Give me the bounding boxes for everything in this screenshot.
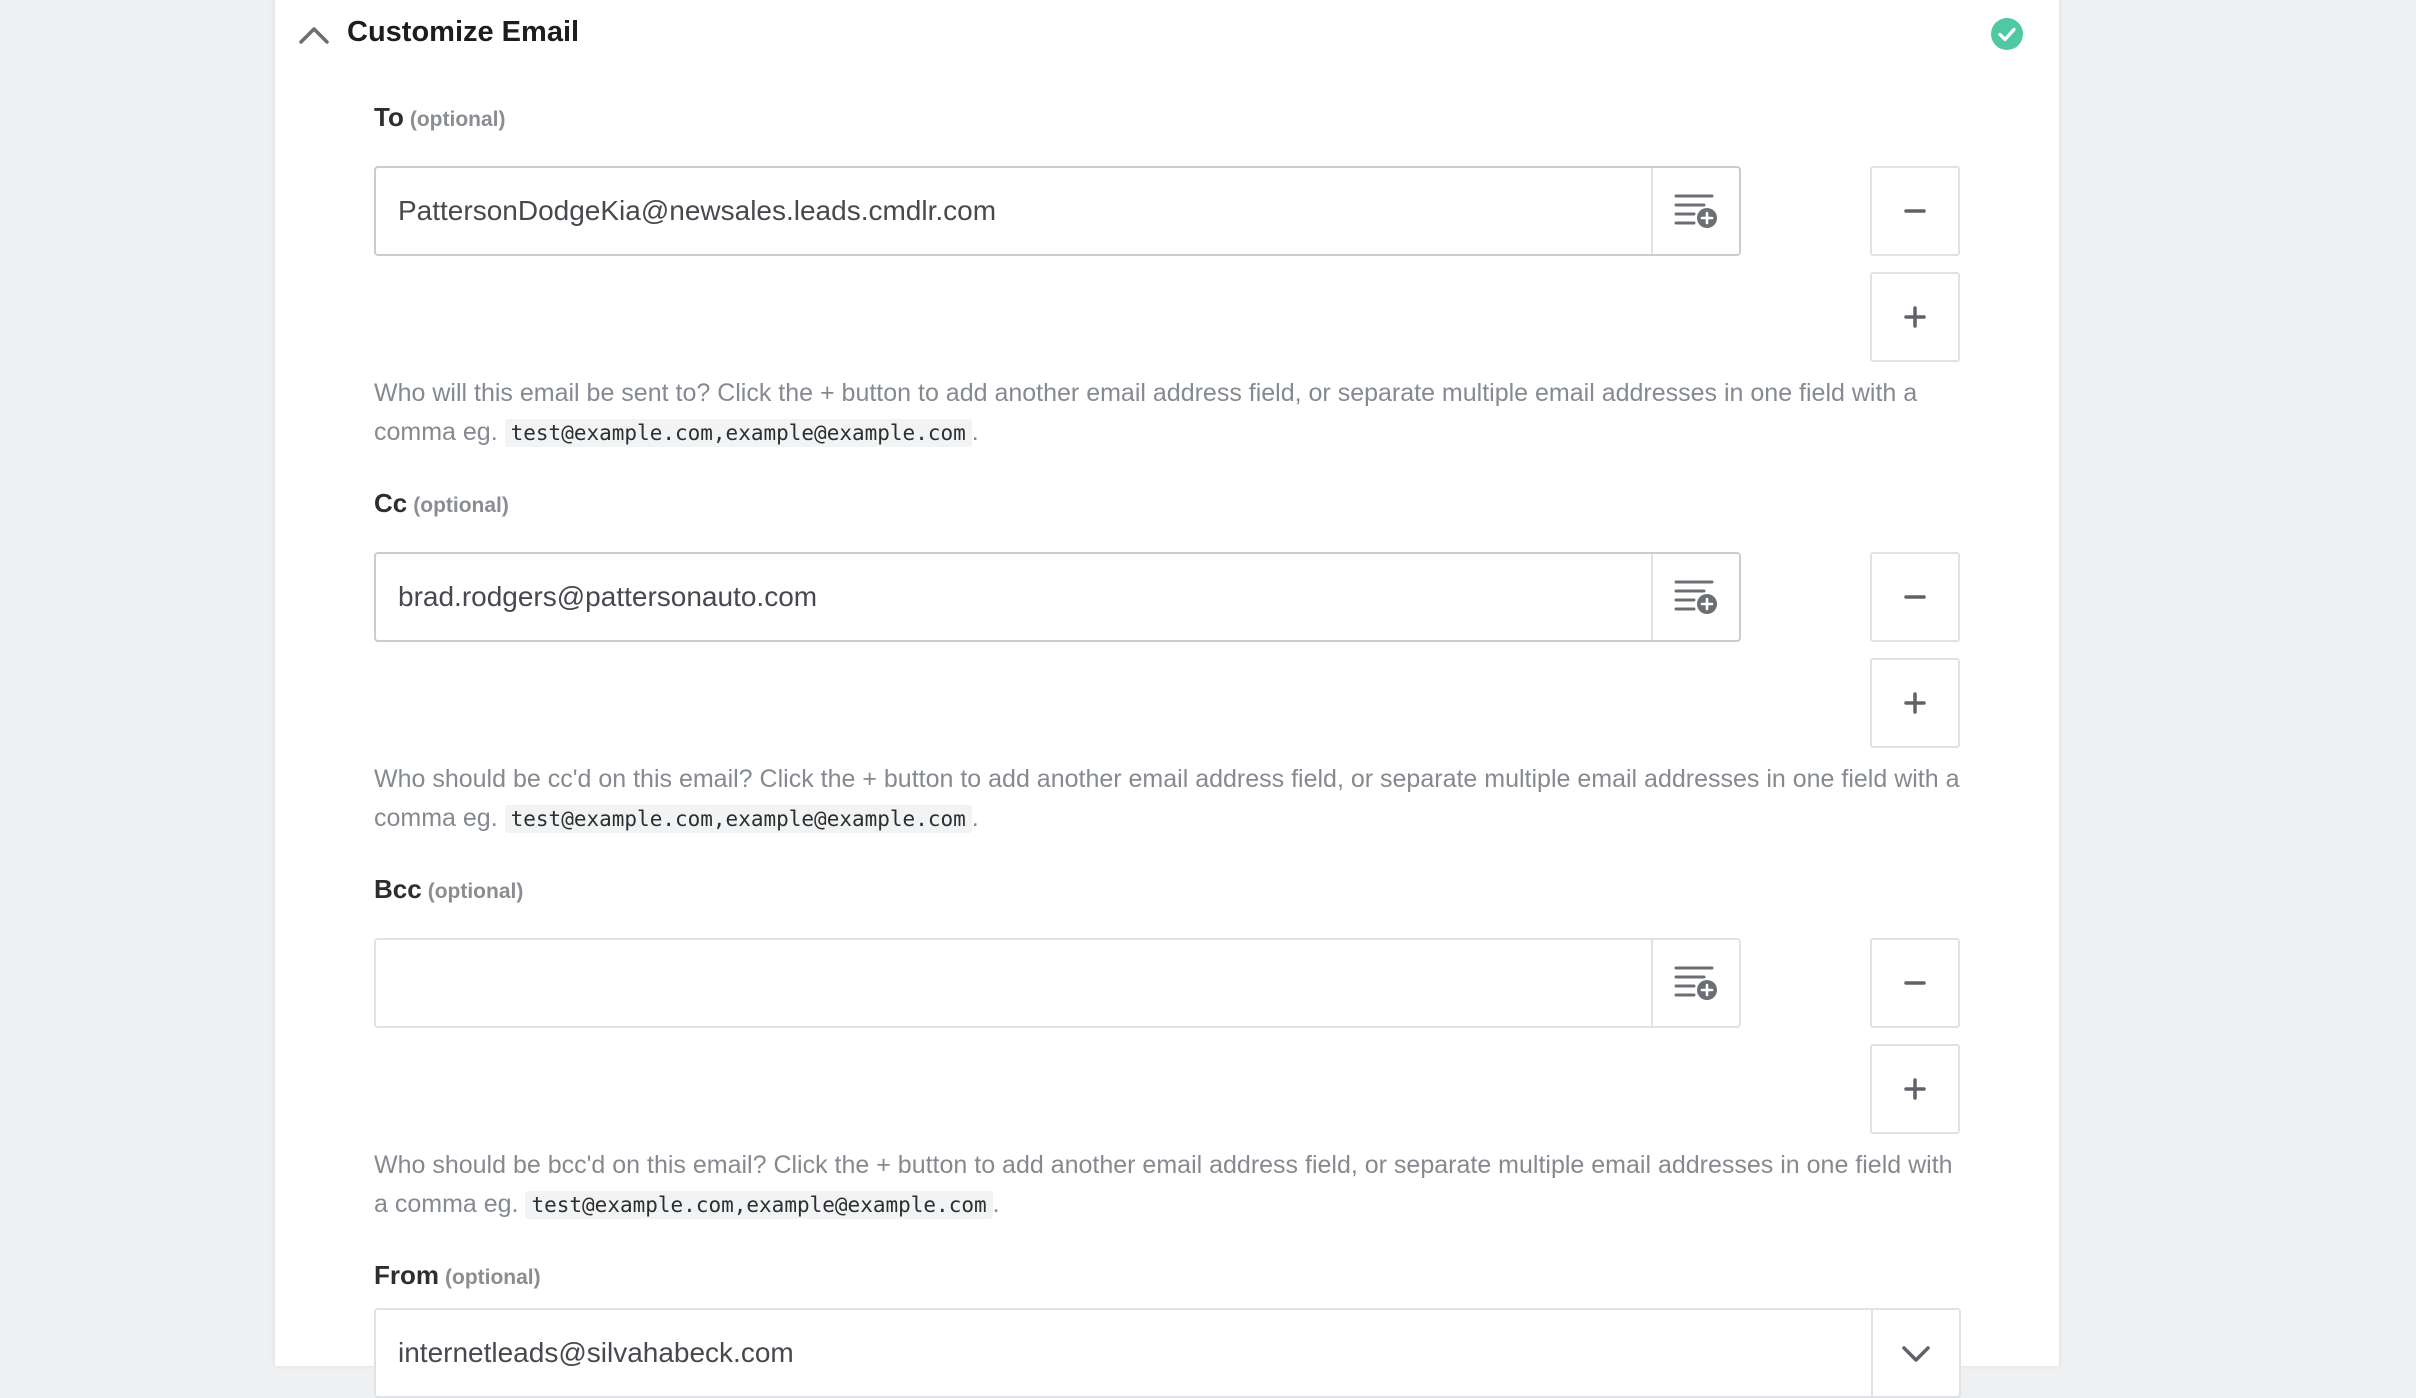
chevron-down-icon [1902,1346,1930,1362]
check-circle-icon [1991,18,2023,50]
plus-icon [1904,306,1926,328]
cc-field[interactable] [374,552,1741,642]
from-label: From (optional) [374,1260,541,1290]
to-input[interactable] [376,168,1651,254]
to-remove-button[interactable] [1870,166,1960,256]
example-code: test@example.com,example@example.com [504,419,972,447]
insert-field-icon [1674,580,1717,614]
to-field[interactable] [374,166,1741,256]
optional-tag: (optional) [445,1266,541,1289]
optional-tag: (optional) [427,880,524,903]
minus-icon [1904,981,1926,985]
bcc-insert-data-button[interactable] [1651,940,1739,1026]
from-dropdown-toggle[interactable] [1871,1310,1959,1396]
bcc-help-text: Who should be bcc'd on this email? Click… [374,1151,1953,1219]
to-insert-data-button[interactable] [1651,168,1739,254]
cc-insert-data-button[interactable] [1651,554,1739,640]
plus-icon [1904,692,1926,714]
example-code: test@example.com,example@example.com [504,805,972,833]
from-select[interactable]: internetleads@silvahabeck.com [374,1308,1961,1398]
cc-remove-button[interactable] [1870,552,1960,642]
customize-email-panel: Customize Email To (optional) PattersonD… [274,0,2060,1398]
chevron-up-icon[interactable] [293,14,335,56]
optional-tag: (optional) [409,108,506,131]
plus-icon [1904,1078,1926,1100]
bcc-label: Bcc (optional) [374,874,524,904]
bcc-input[interactable] [376,940,1651,1026]
cc-label: Cc (optional) [374,488,509,518]
to-label: To (optional) [374,102,506,132]
optional-tag: (optional) [413,494,509,517]
to-help-text: Who will this email be sent to? Click th… [374,379,1918,447]
minus-icon [1904,595,1926,599]
insert-field-icon [1674,966,1717,1000]
bcc-field[interactable] [374,938,1741,1028]
section-title: Customize Email [347,16,580,48]
bcc-remove-button[interactable] [1870,938,1960,1028]
example-code: test@example.com,example@example.com [525,1191,993,1219]
bcc-add-button[interactable] [1870,1044,1960,1134]
to-add-button[interactable] [1870,272,1960,362]
from-select-value[interactable]: internetleads@silvahabeck.com [376,1310,1871,1396]
cc-help-text: Who should be cc'd on this email? Click … [374,765,1960,833]
cc-add-button[interactable] [1870,658,1960,748]
insert-field-icon [1674,194,1717,228]
minus-icon [1904,209,1926,213]
cc-input[interactable] [376,554,1651,640]
section-header[interactable]: Customize Email [275,0,2059,72]
